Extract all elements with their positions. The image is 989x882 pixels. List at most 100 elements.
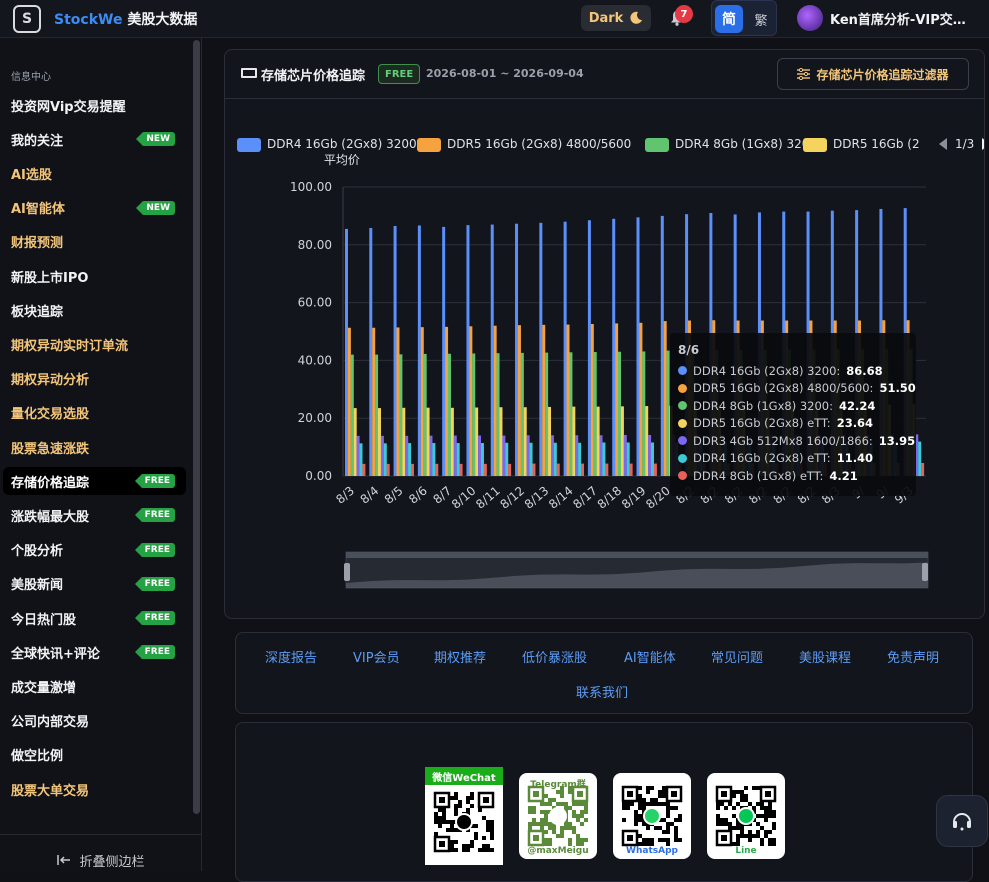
chart-bar — [359, 443, 363, 476]
sidebar-item[interactable]: 今日热门股 FREE — [3, 604, 186, 632]
sidebar-item[interactable]: 涨跌幅最大股 FREE — [3, 501, 186, 529]
sidebar-item[interactable]: 美股新闻 FREE — [3, 570, 186, 598]
chart-bar — [420, 327, 424, 476]
sidebar-item[interactable]: 成交量激增 — [3, 672, 186, 700]
legend-item[interactable]: DDR5 16Gb (2 — [803, 137, 920, 152]
sidebar-item[interactable]: 财报预测 — [3, 228, 186, 256]
theme-toggle-button[interactable]: Dark — [581, 5, 651, 31]
panel-title: 存储芯片价格追踪 — [261, 69, 366, 84]
chart-bar — [653, 463, 657, 476]
tooltip-row: DDR4 8Gb (1Gx8) 3200: 42.24 — [678, 397, 908, 415]
customer-support-button[interactable] — [936, 795, 988, 847]
tooltip-label: DDR3 4Gb 512Mx8 1600/1866: — [693, 433, 873, 448]
sidebar-item[interactable]: 期权异动分析 — [3, 365, 186, 393]
chart-bar — [620, 406, 624, 476]
qr-code[interactable]: Line — [707, 773, 785, 859]
tooltip-dot — [678, 418, 687, 428]
chart-bar — [405, 435, 409, 476]
legend-next-icon[interactable] — [980, 137, 984, 151]
legend-item[interactable]: DDR4 8Gb (1Gx8) 3200 — [645, 137, 817, 152]
sidebar-item-badge: FREE — [134, 645, 175, 660]
footer-link[interactable]: AI智能体 — [624, 647, 676, 666]
sidebar-item[interactable]: 股票急速涨跌 — [3, 433, 186, 461]
chart-bar — [566, 324, 570, 476]
footer-link[interactable]: 常见问题 — [711, 647, 763, 666]
footer-link[interactable]: 低价暴涨股 — [522, 647, 587, 666]
legend-label-line2: 平均价 — [323, 153, 360, 167]
logo-icon[interactable]: S — [13, 5, 41, 33]
chart-bar — [517, 325, 521, 476]
legend-swatch — [417, 138, 441, 152]
sidebar-item[interactable]: 股票大单交易 — [3, 775, 186, 803]
sidebar-item[interactable]: 投资网Vip交易提醒 — [3, 91, 186, 119]
sidebar-item-badge: FREE — [134, 576, 175, 591]
sidebar-item[interactable]: 存储价格追踪 FREE — [3, 467, 186, 496]
sidebar-item-label: 存储价格追踪 — [11, 475, 90, 491]
footer-link[interactable]: VIP会员 — [353, 647, 400, 666]
sidebar-scrollbar[interactable] — [193, 40, 200, 814]
memory-chip-icon — [241, 68, 257, 78]
footer-links: 深度报告 VIP会员 期权推荐 低价暴涨股 AI智能体 常见问题 美股课程 免责声明联系我们 — [235, 632, 973, 714]
footer-link[interactable]: 免责声明 — [887, 647, 939, 666]
sidebar-item[interactable]: 新股上市IPO — [3, 262, 186, 290]
tooltip-value: 11.40 — [836, 451, 874, 466]
footer-link[interactable]: 期权推荐 — [434, 647, 486, 666]
chart-bar — [469, 326, 473, 476]
sidebar-item[interactable]: 全球快讯+评论 FREE — [3, 638, 186, 666]
chart-bar — [612, 218, 616, 477]
legend-prev-icon[interactable] — [937, 137, 949, 151]
notification-badge: 7 — [675, 5, 693, 23]
filter-button[interactable]: 存储芯片价格追踪过滤器 — [777, 58, 969, 90]
collapse-sidebar-button[interactable]: 折叠侧边栏 — [0, 834, 202, 871]
chart-bar — [526, 435, 530, 476]
chart-bar — [432, 443, 436, 476]
chart-bar — [921, 462, 925, 476]
tooltip-row: DDR5 16Gb (2Gx8) eTT: 23.64 — [678, 415, 908, 433]
lang-traditional-button[interactable]: 繁 — [749, 5, 773, 33]
legend-item[interactable]: DDR5 16Gb (2Gx8) 4800/5600 — [417, 137, 631, 152]
chart-bar — [639, 322, 643, 476]
chart-bar — [629, 463, 633, 476]
sidebar-item[interactable]: 个股分析 FREE — [3, 536, 186, 564]
qr-code[interactable]: WhatsApp — [613, 773, 691, 859]
tooltip-value: 42.24 — [838, 398, 876, 413]
sidebar-item[interactable]: 量化交易选股 — [3, 399, 186, 427]
chart-bar — [553, 442, 557, 476]
sidebar-item[interactable]: 做空比例 — [3, 741, 186, 769]
sidebar-item[interactable]: AI智能体 NEW — [3, 194, 186, 222]
x-tick-label: 8/5 — [382, 484, 406, 507]
footer-link[interactable]: 深度报告 — [265, 647, 317, 666]
lang-simplified-button[interactable]: 简 — [715, 5, 743, 33]
chart-bar — [605, 463, 609, 476]
legend-page: 1/3 — [955, 137, 975, 151]
chart-bar — [453, 435, 457, 476]
collapse-icon — [57, 855, 71, 865]
filter-label: 存储芯片价格追踪过滤器 — [816, 67, 949, 82]
brand[interactable]: StockWe 美股大数据 — [54, 9, 197, 29]
sidebar-item[interactable]: 我的关注 NEW — [3, 125, 186, 153]
date-range[interactable]: 2026-08-01 ~ 2026-09-04 — [426, 67, 584, 80]
sidebar-item[interactable]: 期权异动实时订单流 — [3, 330, 186, 358]
tooltip-dot — [678, 366, 687, 376]
user-name[interactable]: Ken首席分析-VIP交… — [830, 9, 988, 28]
qr-code[interactable]: 微信WeChat — [425, 767, 503, 865]
footer-link[interactable]: 美股课程 — [799, 647, 851, 666]
chart-legend: DDR4 16Gb (2Gx8) 3200 平均价 DDR5 16Gb (2Gx8)… — [237, 134, 984, 174]
x-tick-label: 8/18 — [595, 484, 625, 512]
y-tick-label: 60.00 — [298, 296, 332, 310]
chart-bar — [505, 442, 509, 476]
legend-swatch — [237, 138, 261, 152]
x-tick-label: 8/11 — [473, 484, 503, 512]
footer-link[interactable]: 联系我们 — [576, 682, 628, 701]
sidebar-item[interactable]: 板块追踪 — [3, 296, 186, 324]
chart-bar — [520, 352, 524, 476]
sidebar-item[interactable]: AI选股 — [3, 159, 186, 187]
legend-item[interactable]: DDR4 16Gb (2Gx8) 3200 平均价 — [237, 137, 417, 168]
qr-code[interactable]: Telegram群 @maxMeigu — [519, 773, 597, 859]
avatar[interactable] — [797, 5, 823, 31]
chart-bar — [569, 352, 573, 476]
sidebar-item[interactable]: 公司内部交易 — [3, 707, 186, 735]
chart-bar — [459, 463, 463, 476]
sidebar-item-label: 板块追踪 — [11, 304, 64, 320]
sidebar-item-label: 今日热门股 — [11, 612, 77, 628]
